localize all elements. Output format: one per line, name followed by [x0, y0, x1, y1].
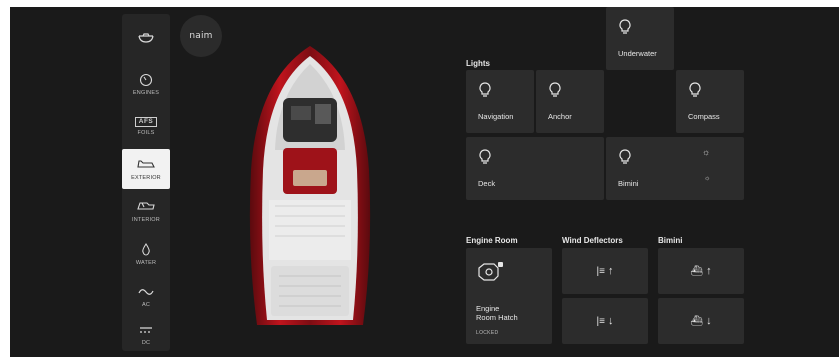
bulb-icon [479, 82, 491, 97]
bulb-icon [479, 149, 491, 164]
sidebar-item-dc[interactable]: DC [122, 314, 170, 354]
bimini-icon: ⛴ [690, 265, 704, 277]
light-tile-bimini[interactable]: Bimini ☼ ☼ [606, 137, 744, 200]
boat-exterior-icon [137, 159, 155, 168]
bimini-up-button[interactable]: ⛴ ↑ [658, 248, 744, 294]
bulb-icon [619, 149, 631, 164]
hatch-lock-icon [478, 262, 503, 281]
wave-icon [138, 288, 154, 295]
light-tile-deck[interactable]: Deck [466, 137, 604, 200]
engine-room-hatch-tile[interactable]: Engine Room Hatch LOCKED [466, 248, 552, 344]
wind-deflector-icon: |≡ [596, 315, 605, 327]
brightness-up-icon[interactable]: ☼ [702, 147, 710, 157]
arrow-up-icon: ↑ [607, 265, 614, 277]
arrow-down-icon: ↓ [607, 315, 614, 327]
bulb-icon [689, 82, 701, 97]
bimini-icon: ⛴ [690, 315, 704, 327]
light-label: Navigation [478, 112, 514, 121]
light-label: Underwater [618, 49, 657, 58]
sidebar-item-ac[interactable]: AC [122, 276, 170, 316]
brightness-down-icon[interactable]: ☼ [704, 175, 710, 182]
sidebar-item-label: WATER [135, 259, 157, 266]
lights-title: Lights [466, 59, 490, 68]
sidebar-item-interior[interactable]: INTERIOR [122, 191, 170, 231]
arrow-down-icon: ↓ [706, 315, 712, 327]
bulb-icon [549, 82, 561, 97]
sidebar-item-engines[interactable]: ENGINES [122, 64, 170, 104]
boat-top-view-image [249, 46, 371, 325]
wind-deflector-icon: |≡ [596, 265, 605, 277]
light-tile-underwater[interactable]: Underwater [606, 7, 674, 70]
wind-deflector-up-button[interactable]: |≡ ↑ [562, 248, 648, 294]
wind-deflectors-title: Wind Deflectors [562, 236, 623, 245]
boat-interior-icon [137, 201, 155, 210]
afs-icon: AFS [134, 116, 158, 127]
light-label: Anchor [548, 112, 572, 121]
logo-text: naim [189, 31, 213, 41]
sidebar: ENGINES AFS FOILS EXTERIOR INTERIOR WATE… [122, 14, 170, 351]
light-label: Deck [478, 179, 496, 188]
bimini-down-button[interactable]: ⛴ ↓ [658, 298, 744, 344]
sidebar-item-exterior[interactable]: EXTERIOR [122, 149, 170, 189]
light-tile-compass[interactable]: Compass [676, 70, 744, 133]
sidebar-item-label: INTERIOR [132, 216, 160, 223]
sidebar-item-home[interactable] [122, 18, 170, 58]
hatch-status: LOCKED [476, 330, 499, 336]
sidebar-item-label: DC [141, 339, 151, 346]
hatch-label-line2: Room Hatch [476, 313, 518, 322]
sidebar-item-label: EXTERIOR [131, 174, 161, 181]
hatch-label-line1: Engine [476, 304, 500, 313]
sidebar-item-foils[interactable]: AFS FOILS [122, 106, 170, 146]
gauge-icon [139, 73, 153, 86]
sidebar-item-label: FOILS [137, 129, 155, 136]
water-drop-icon [142, 242, 150, 256]
bimini-title: Bimini [658, 236, 683, 245]
light-tile-navigation[interactable]: Navigation [466, 70, 534, 133]
sidebar-item-label: AC [141, 301, 151, 308]
app-screen: ENGINES AFS FOILS EXTERIOR INTERIOR WATE… [10, 7, 839, 357]
sidebar-item-label: ENGINES [132, 89, 160, 96]
arrow-up-icon: ↑ [706, 265, 712, 277]
naim-logo[interactable]: naim [180, 15, 222, 57]
sidebar-item-water[interactable]: WATER [122, 234, 170, 274]
light-label: Bimini [618, 179, 639, 188]
dc-icon [140, 326, 152, 333]
engine-room-title: Engine Room [466, 236, 518, 245]
wind-deflector-down-button[interactable]: |≡ ↓ [562, 298, 648, 344]
light-tile-anchor[interactable]: Anchor [536, 70, 604, 133]
light-label: Compass [688, 112, 720, 121]
bulb-icon [619, 19, 631, 34]
boat-top-icon [138, 33, 154, 43]
